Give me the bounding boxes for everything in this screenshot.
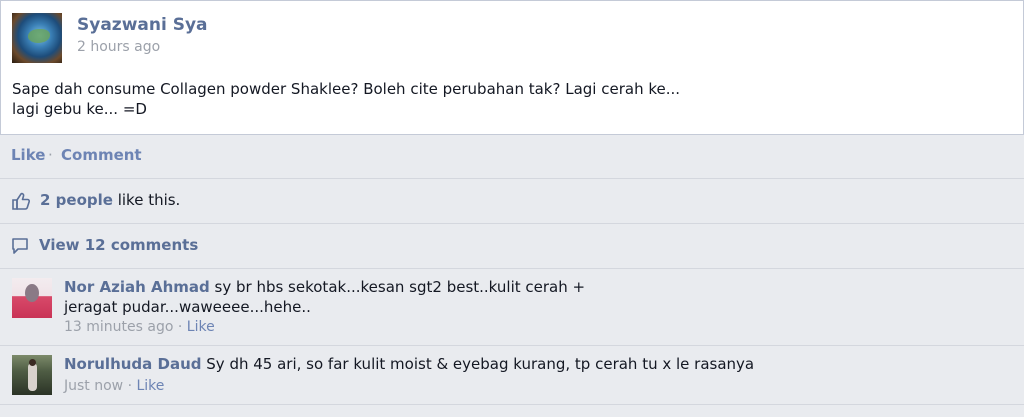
poster-name[interactable]: Syazwani Sya bbox=[77, 15, 208, 35]
thumbs-up-icon bbox=[12, 192, 31, 210]
commenter-name[interactable]: Nor Aziah Ahmad bbox=[64, 278, 210, 296]
likes-text: 2 people like this. bbox=[40, 191, 180, 209]
view-comments-row: View 12 comments bbox=[0, 224, 1024, 269]
view-comments-link[interactable]: View 12 comments bbox=[39, 236, 198, 254]
post-actions-bar: Like · Comment bbox=[0, 134, 1024, 179]
avatar-figure-head bbox=[29, 359, 36, 366]
meta-separator: · bbox=[123, 378, 137, 394]
commenter-avatar[interactable] bbox=[12, 355, 52, 395]
post-card: Syazwani Sya 2 hours ago Sape dah consum… bbox=[0, 0, 1024, 135]
comment-item: Nor Aziah Ahmad sy br hbs sekotak...kesa… bbox=[0, 269, 1024, 346]
meta-separator: · bbox=[173, 319, 187, 335]
likes-summary-row: 2 people like this. bbox=[0, 179, 1024, 224]
avatar-figure bbox=[25, 284, 39, 302]
commenter-name[interactable]: Norulhuda Daud bbox=[64, 355, 202, 373]
comment-button[interactable]: Comment bbox=[61, 146, 142, 164]
avatar-figure bbox=[28, 363, 37, 391]
like-button[interactable]: Like bbox=[11, 146, 45, 164]
comment-bubble-icon bbox=[12, 238, 28, 254]
comment-time[interactable]: Just now bbox=[64, 378, 123, 394]
comment-meta: 13 minutes ago · Like bbox=[64, 319, 215, 335]
post-timestamp[interactable]: 2 hours ago bbox=[77, 39, 160, 55]
commenter-avatar[interactable] bbox=[12, 278, 52, 318]
comment-meta: Just now · Like bbox=[64, 378, 164, 394]
comment-like-button[interactable]: Like bbox=[187, 319, 215, 335]
comment-like-button[interactable]: Like bbox=[136, 378, 164, 394]
comment-item: Norulhuda Daud Sy dh 45 ari, so far kuli… bbox=[0, 346, 1024, 405]
action-separator: · bbox=[48, 146, 53, 164]
comment-time[interactable]: 13 minutes ago bbox=[64, 319, 173, 335]
globe-land-shape bbox=[28, 29, 50, 43]
comment-body: Norulhuda Daud Sy dh 45 ari, so far kuli… bbox=[64, 354, 764, 374]
poster-avatar[interactable] bbox=[12, 13, 62, 63]
post-text: Sape dah consume Collagen powder Shaklee… bbox=[12, 80, 681, 118]
comment-text: Sy dh 45 ari, so far kulit moist & eyeba… bbox=[201, 355, 755, 373]
likes-count-link[interactable]: 2 people bbox=[40, 191, 113, 209]
comment-body: Nor Aziah Ahmad sy br hbs sekotak...kesa… bbox=[64, 277, 624, 317]
likes-suffix: like this. bbox=[112, 191, 181, 209]
